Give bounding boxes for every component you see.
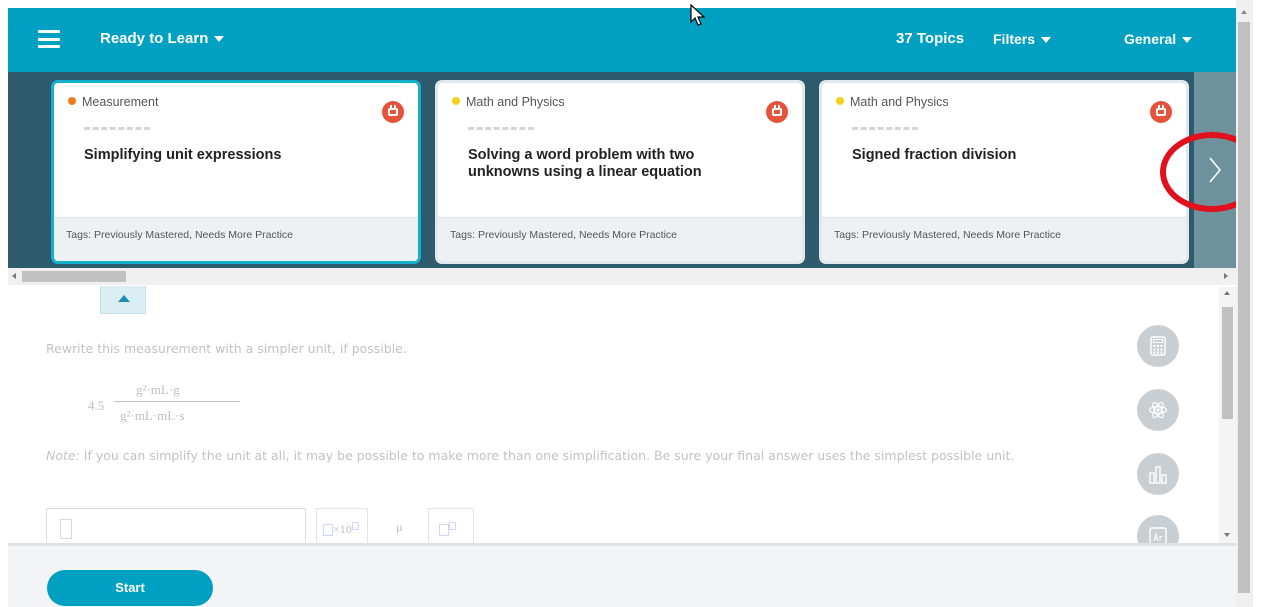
scrollbar-thumb[interactable] xyxy=(1238,22,1250,593)
calculator-button[interactable] xyxy=(1137,325,1179,367)
card-title: Simplifying unit expressions xyxy=(84,147,282,163)
app-window: Ready to Learn 37 Topics Filters General… xyxy=(0,0,1265,607)
card-category: Measurement xyxy=(68,95,158,109)
chart-button[interactable] xyxy=(1137,453,1179,495)
collapse-carousel-button[interactable] xyxy=(100,286,146,314)
scrollbar-thumb[interactable] xyxy=(1222,307,1233,419)
category-dot-icon xyxy=(68,97,76,105)
footer-bar: Start xyxy=(8,543,1236,607)
general-label: General xyxy=(1124,31,1177,47)
card-category: Math and Physics xyxy=(452,95,565,109)
placeholder-box-icon xyxy=(323,524,333,537)
category-dot-icon xyxy=(452,97,460,105)
card-category: Math and Physics xyxy=(836,95,949,109)
card-tags: Tags: Previously Mastered, Needs More Pr… xyxy=(438,217,802,261)
science-button[interactable] xyxy=(1137,389,1179,431)
mastery-dash-indicator xyxy=(468,127,534,131)
card-category-label: Math and Physics xyxy=(850,95,949,109)
scroll-up-icon[interactable] xyxy=(1241,10,1247,14)
question-note: Note: If you can simplify the unit at al… xyxy=(46,448,1106,464)
caret-down-icon xyxy=(1182,37,1193,44)
answer-input[interactable] xyxy=(46,508,306,546)
exponent-tool[interactable] xyxy=(428,508,474,546)
card-title: Signed fraction division xyxy=(852,147,1017,163)
question-vertical-scrollbar[interactable] xyxy=(1219,287,1236,543)
card-category-label: Measurement xyxy=(82,95,159,109)
carousel-next-button[interactable] xyxy=(1194,72,1236,268)
micro-label: μ xyxy=(396,520,403,534)
topic-carousel: Measurement Simplifying unit expressions… xyxy=(8,72,1236,268)
coefficient: 4.5 xyxy=(88,398,105,413)
fraction-bar xyxy=(114,401,240,402)
mastery-dash-indicator xyxy=(84,127,150,131)
category-dot-icon xyxy=(836,97,844,105)
scroll-left-icon[interactable] xyxy=(12,273,16,279)
filters-dropdown[interactable]: Filters xyxy=(993,31,1052,47)
top-frame xyxy=(0,0,1265,8)
filters-label: Filters xyxy=(993,31,1036,47)
left-frame xyxy=(0,0,8,607)
card-tags: Tags: Previously Mastered, Needs More Pr… xyxy=(822,217,1186,261)
micro-prefix-tool[interactable]: μ xyxy=(378,508,424,546)
fraction-numerator: g²·mL·g xyxy=(136,382,180,397)
calendar-badge-icon xyxy=(766,101,788,123)
scroll-up-icon[interactable] xyxy=(1224,291,1230,295)
exponent-box-icon xyxy=(449,522,456,531)
mastery-dash-indicator xyxy=(852,127,918,131)
mouse-pointer-icon xyxy=(690,4,706,26)
start-button[interactable]: Start xyxy=(47,570,213,606)
calendar-badge-icon xyxy=(382,101,404,123)
chevron-right-icon xyxy=(1209,157,1222,183)
topic-card[interactable]: Math and Physics Signed fraction divisio… xyxy=(819,80,1189,264)
topics-count: 37 Topics xyxy=(896,30,965,47)
horizontal-scrollbar[interactable] xyxy=(8,268,1236,285)
calculator-icon xyxy=(1150,336,1166,356)
card-title: Solving a word problem with two unknowns… xyxy=(468,147,702,180)
fraction-denominator: g²·mL·mL·s xyxy=(120,408,185,423)
card-category-label: Math and Physics xyxy=(466,95,565,109)
hamburger-menu-icon[interactable] xyxy=(38,30,60,48)
scroll-right-icon[interactable] xyxy=(1224,273,1228,279)
top-header-bar: Ready to Learn 37 Topics Filters General xyxy=(8,8,1236,72)
general-dropdown[interactable]: General xyxy=(1124,31,1193,47)
card-tags: Tags: Previously Mastered, Needs More Pr… xyxy=(54,217,418,261)
scientific-notation-tool[interactable]: ×10 xyxy=(316,508,368,546)
right-frame xyxy=(1253,0,1265,607)
topic-card[interactable]: Measurement Simplifying unit expressions… xyxy=(51,80,421,264)
scroll-down-icon[interactable] xyxy=(1224,533,1230,537)
scrollbar-thumb[interactable] xyxy=(22,271,126,282)
topic-card[interactable]: Math and Physics Solving a word problem … xyxy=(435,80,805,264)
exponent-box-icon xyxy=(351,522,359,531)
base-box-icon xyxy=(439,524,449,537)
caret-down-icon xyxy=(214,36,225,43)
ready-to-learn-label: Ready to Learn xyxy=(100,30,209,47)
bar-chart-icon xyxy=(1149,466,1167,484)
question-prompt: Rewrite this measurement with a simpler … xyxy=(46,341,407,356)
ready-to-learn-dropdown[interactable]: Ready to Learn xyxy=(100,30,225,47)
sci-notation-label: ×10 xyxy=(333,522,352,536)
page-vertical-scrollbar[interactable] xyxy=(1236,0,1253,607)
calendar-badge-icon xyxy=(1150,101,1172,123)
note-text: If you can simplify the unit at all, it … xyxy=(79,448,1015,463)
note-label: Note: xyxy=(46,448,80,463)
atom-icon xyxy=(1148,401,1168,419)
caret-down-icon xyxy=(1041,37,1052,44)
